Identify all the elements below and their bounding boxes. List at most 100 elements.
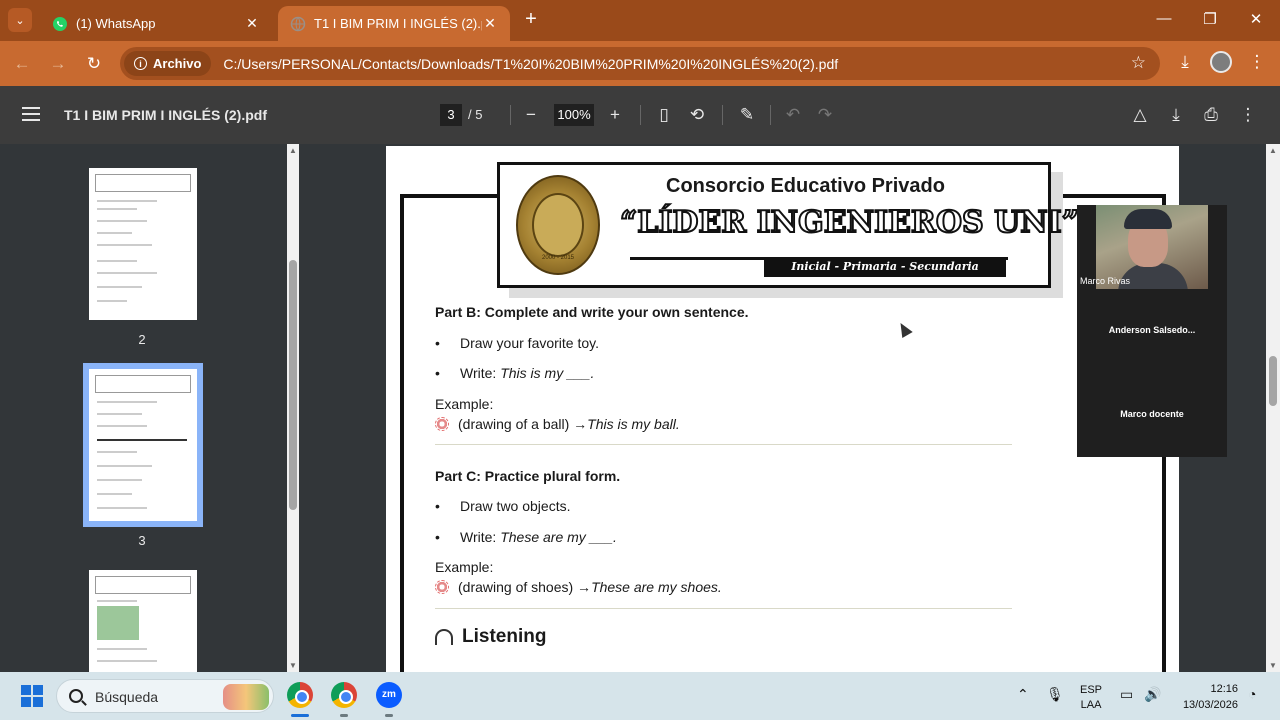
zoom-input[interactable]: 100% [554, 104, 594, 126]
restore-button[interactable]: ❐ [1198, 10, 1222, 28]
list-item: • Write: This is my ___. [435, 365, 595, 381]
thumbnail-number: 3 [138, 533, 146, 548]
ball-icon [435, 580, 449, 594]
site-info-chip[interactable]: i Archivo [124, 51, 212, 76]
thumbnail-page-3[interactable] [89, 369, 197, 521]
print-button[interactable]: ⎙ [1200, 104, 1222, 126]
zoom-out-button[interactable]: − [520, 104, 542, 126]
page-number-input[interactable]: 3 [440, 104, 462, 126]
download-icon[interactable]: ⤓ [1173, 52, 1197, 72]
undo-button[interactable]: ↶ [782, 104, 804, 126]
microphone-icon[interactable]: 🎙 [1046, 686, 1064, 703]
app-indicator [340, 714, 348, 717]
close-icon[interactable]: ✕ [482, 15, 498, 32]
tab-label: T1 I BIM PRIM I INGLÉS (2).pdf [314, 16, 482, 31]
chrome-app-icon[interactable] [287, 682, 313, 708]
divider [640, 105, 641, 125]
back-button[interactable]: ← [10, 52, 34, 76]
forward-button[interactable]: → [46, 52, 70, 76]
listening-heading: Listening [435, 626, 546, 648]
print-icon: ⎙ [1204, 105, 1218, 124]
zoom-video-panel[interactable]: Marco Rivas Anderson Salsedo... Marco do… [1077, 205, 1227, 457]
chrome-profile-app-icon[interactable] [331, 682, 357, 708]
hamburger-icon[interactable] [22, 107, 40, 125]
chevron-up-icon[interactable]: ⌃ [1017, 686, 1029, 703]
close-window-button[interactable]: ✕ [1244, 10, 1268, 28]
url-text[interactable]: C:/Users/PERSONAL/Contacts/Downloads/T1%… [223, 56, 838, 72]
banner-levels: Inicial - Primaria - Secundaria [764, 257, 1006, 277]
taskbar-clock[interactable]: 12:16 13/03/2026 [1176, 681, 1238, 713]
seal-year: 2000 - 2015 [541, 255, 575, 261]
list-item: • Draw two objects. [435, 498, 571, 514]
search-highlight-image [223, 684, 269, 710]
participant-name: Marco docente [1120, 409, 1184, 419]
language-indicator[interactable]: ESP LAA [1080, 683, 1102, 713]
rotate-button[interactable]: ⟲ [686, 104, 708, 126]
arrow-left-icon: ← [13, 54, 31, 73]
browser-toolbar: ← → ↻ i Archivo C:/Users/PERSONAL/Contac… [0, 41, 1280, 86]
reload-icon: ↻ [86, 54, 102, 73]
banner-title: “LÍDER INGENIEROS UNI” [619, 204, 1080, 241]
active-app-indicator [291, 714, 309, 717]
avatar[interactable] [1210, 51, 1232, 73]
fit-page-button[interactable]: ▯ [653, 104, 675, 126]
download-button[interactable]: ⤓ [1165, 104, 1187, 126]
sidebar-scrollbar[interactable]: ▲ ▼ [287, 144, 299, 672]
scrollbar-thumb[interactable] [1269, 356, 1277, 406]
kebab-icon[interactable]: ⋮ [1245, 52, 1269, 72]
windows-start-icon[interactable] [21, 685, 43, 707]
close-icon[interactable]: ✕ [244, 15, 260, 32]
address-bar[interactable]: i Archivo C:/Users/PERSONAL/Contacts/Dow… [120, 47, 1160, 80]
whatsapp-icon [53, 16, 67, 31]
scroll-up-arrow[interactable]: ▲ [1266, 146, 1280, 155]
redo-button[interactable]: ↷ [814, 104, 836, 126]
redo-icon: ↷ [817, 105, 833, 124]
list-item: • Write: These are my ___. [435, 529, 617, 545]
document-scrollbar[interactable]: ▲ ▼ [1266, 144, 1280, 672]
zoom-in-button[interactable]: + [604, 104, 626, 126]
minimize-button[interactable]: — [1152, 10, 1176, 27]
scroll-down-arrow[interactable]: ▼ [1266, 661, 1280, 670]
pdf-page: 2000 - 2015 Consorcio Educativo Privado … [386, 146, 1179, 672]
thumbnail-page-2[interactable] [89, 168, 197, 320]
taskbar-search[interactable]: Búsqueda [56, 679, 274, 713]
part-b-title: Part B: Complete and write your own sent… [435, 304, 749, 320]
section-divider [435, 444, 1012, 445]
chevron-down-icon: ⌄ [15, 14, 25, 27]
tab-search-button[interactable]: ⌄ [8, 8, 32, 32]
pdf-title: T1 I BIM PRIM I INGLÉS (2).pdf [64, 107, 267, 123]
pen-icon: ✎ [739, 105, 755, 124]
search-icon [69, 689, 83, 703]
annotate-button[interactable]: ✎ [736, 104, 758, 126]
star-icon[interactable]: ☆ [1131, 53, 1146, 73]
download-icon: ⤓ [1172, 105, 1180, 124]
example-line: (drawing of shoes) → These are my shoes. [435, 579, 722, 595]
notifications-icon[interactable]: ◔ [1248, 686, 1256, 702]
scroll-down-arrow[interactable]: ▼ [287, 661, 299, 670]
tab-pdf[interactable]: T1 I BIM PRIM I INGLÉS (2).pdf ✕ [278, 6, 510, 41]
volume-icon[interactable]: 🔊 [1144, 686, 1161, 703]
pdf-toolbar: T1 I BIM PRIM I INGLÉS (2).pdf 3 / 5 − 1… [0, 86, 1280, 144]
save-to-drive-button[interactable]: △ [1129, 104, 1151, 126]
kebab-icon: ⋮ [1239, 105, 1257, 124]
thumbnail-page-4[interactable] [89, 570, 197, 672]
new-tab-button[interactable]: + [520, 9, 542, 31]
drive-icon: △ [1133, 105, 1147, 124]
example-label: Example: [435, 396, 494, 412]
ball-icon [435, 417, 449, 431]
example-label: Example: [435, 559, 494, 575]
scrollbar-thumb[interactable] [289, 260, 297, 510]
windows-taskbar: Búsqueda zm ⌃ 🎙 ESP LAA ▭ 🔊 12:16 13/03/… [0, 672, 1280, 720]
school-seal-logo: 2000 - 2015 [516, 175, 600, 275]
network-icon[interactable]: ▭ [1120, 686, 1133, 703]
reload-button[interactable]: ↻ [82, 52, 106, 76]
app-indicator [385, 714, 393, 717]
scroll-up-arrow[interactable]: ▲ [287, 146, 299, 155]
more-options-button[interactable]: ⋮ [1237, 104, 1259, 126]
participant-name: Anderson Salsedo... [1108, 325, 1196, 335]
rotate-icon: ⟲ [689, 105, 705, 124]
search-placeholder: Búsqueda [95, 689, 159, 705]
divider [510, 105, 511, 125]
tab-whatsapp[interactable]: (1) WhatsApp ✕ [40, 6, 272, 41]
zoom-app-icon[interactable]: zm [376, 682, 402, 708]
